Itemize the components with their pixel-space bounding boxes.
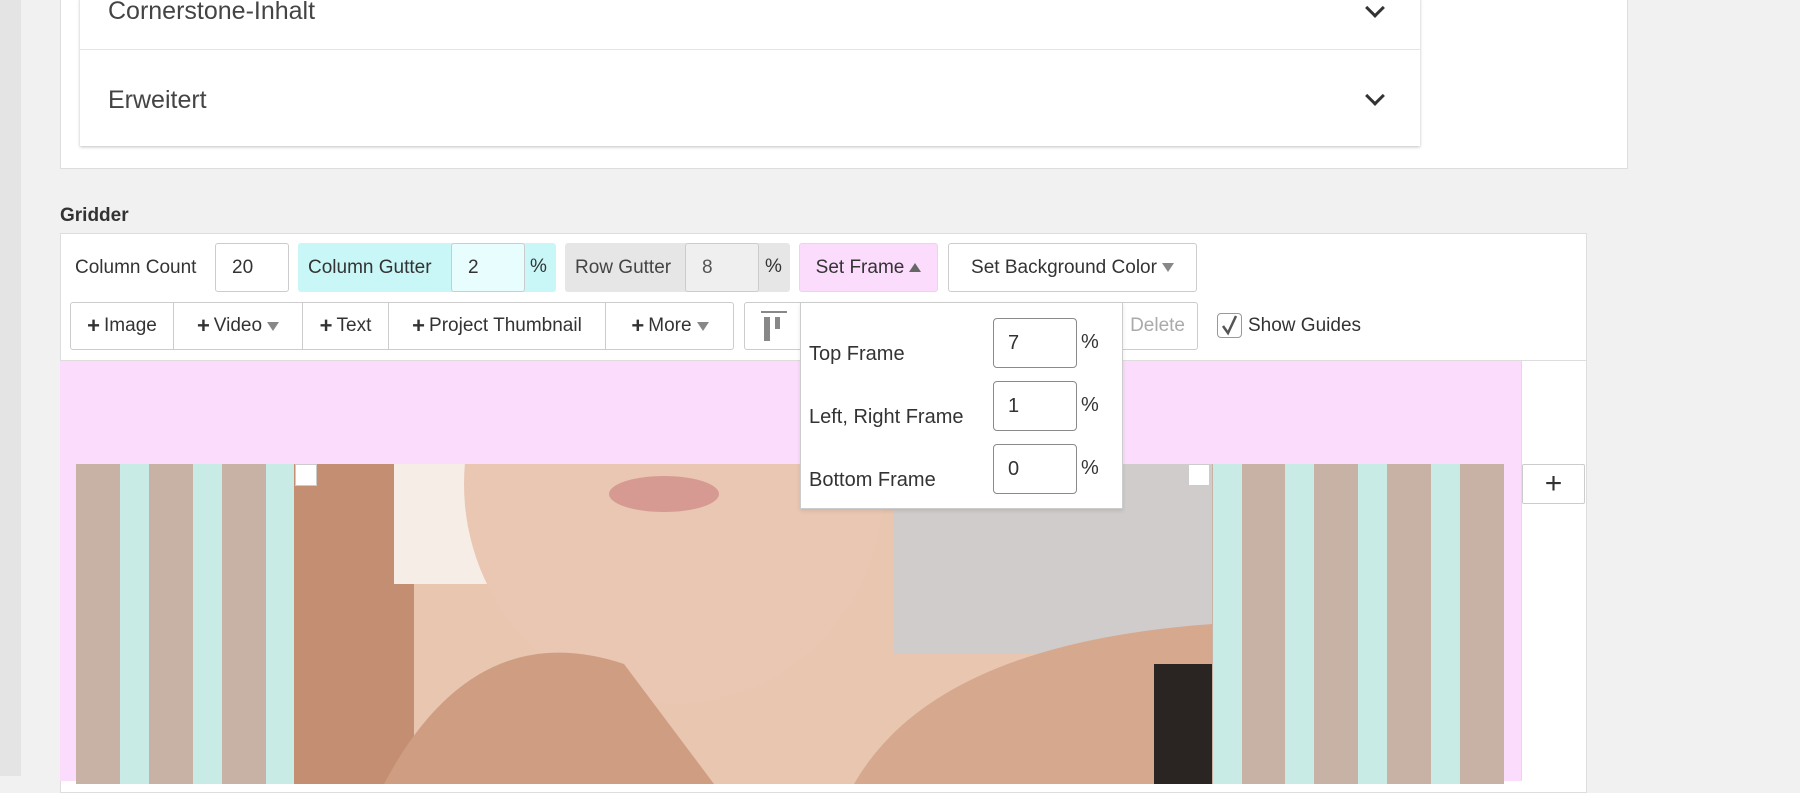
plus-icon: +	[87, 313, 101, 338]
set-background-color-button[interactable]: Set Background Color	[948, 243, 1197, 292]
caret-up-icon	[909, 263, 922, 272]
add-text-button[interactable]: + Text	[303, 303, 389, 349]
checkmark-icon	[1221, 315, 1238, 336]
plus-icon: +	[631, 313, 645, 338]
guide-column	[76, 464, 120, 784]
plus-icon: +	[412, 313, 426, 338]
resize-handle-right[interactable]	[1188, 464, 1210, 486]
plus-icon: +	[1544, 467, 1563, 500]
column-count-label: Column Count	[75, 256, 197, 278]
column-gutter-group: Column Gutter 2 %	[298, 243, 556, 292]
resize-handle-left[interactable]	[295, 464, 317, 486]
add-more-label: More	[648, 315, 692, 336]
align-top-button[interactable]	[744, 302, 804, 350]
add-video-button[interactable]: + Video	[174, 303, 303, 349]
massage-photo	[294, 464, 1212, 784]
row-gutter-unit: %	[765, 256, 782, 277]
left-right-frame-label: Left, Right Frame	[809, 406, 964, 428]
guide-column	[1314, 464, 1359, 784]
accordion-item-erweitert[interactable]: Erweitert	[80, 62, 1420, 138]
row-gutter-input[interactable]: 8	[685, 243, 759, 292]
guide-gutter	[265, 464, 295, 784]
delete-label: Delete	[1130, 315, 1185, 336]
top-frame-unit: %	[1081, 331, 1099, 353]
column-count-input[interactable]: 20	[215, 243, 289, 292]
add-text-label: Text	[336, 315, 372, 336]
guide-gutter	[1358, 464, 1388, 784]
row-controls	[1521, 361, 1586, 781]
chevron-down-icon	[1365, 86, 1385, 106]
guide-gutter	[1285, 464, 1315, 784]
accordion-label: Cornerstone-Inhalt	[108, 0, 316, 25]
row-gutter-label: Row Gutter	[575, 256, 672, 278]
guide-gutter	[192, 464, 222, 784]
caret-down-icon	[696, 321, 709, 331]
accordion-label: Erweitert	[108, 85, 207, 114]
add-more-button[interactable]: + More	[606, 303, 734, 349]
row-gutter-group: Row Gutter 8 %	[565, 243, 790, 292]
guide-gutter	[1212, 464, 1242, 784]
grid-image[interactable]	[294, 464, 1212, 784]
guide-gutter	[1431, 464, 1461, 784]
accordion-item-cornerstone[interactable]: Cornerstone-Inhalt	[80, 0, 1420, 50]
align-top-icon	[761, 311, 787, 341]
plus-icon: +	[196, 313, 210, 338]
left-right-frame-unit: %	[1081, 394, 1099, 416]
show-guides-checkbox[interactable]	[1217, 313, 1242, 338]
show-guides-label[interactable]: Show Guides	[1248, 313, 1361, 339]
add-project-thumbnail-label: Project Thumbnail	[429, 315, 582, 336]
add-image-button[interactable]: + Image	[71, 303, 174, 349]
add-row-button[interactable]: +	[1522, 464, 1585, 504]
column-gutter-label: Column Gutter	[308, 256, 432, 278]
add-project-thumbnail-button[interactable]: + Project Thumbnail	[389, 303, 606, 349]
chevron-down-icon	[1365, 0, 1385, 18]
set-background-color-label: Set Background Color	[971, 256, 1157, 278]
add-image-label: Image	[104, 315, 157, 336]
column-gutter-input[interactable]: 2	[451, 243, 525, 292]
guide-gutter	[119, 464, 149, 784]
top-frame-input[interactable]: 7	[993, 318, 1077, 368]
gridder-title: Gridder	[60, 205, 129, 226]
guide-column	[1460, 464, 1504, 784]
caret-down-icon	[267, 321, 280, 331]
guide-column	[1241, 464, 1286, 784]
accordion: Cornerstone-Inhalt Erweitert	[80, 0, 1420, 146]
admin-sidebar-edge	[0, 0, 21, 776]
bottom-frame-unit: %	[1081, 457, 1099, 479]
add-element-group: + Image + Video + Text + Project Thumbnail +…	[70, 302, 734, 350]
set-frame-button[interactable]: Set Frame	[799, 243, 938, 292]
bottom-frame-label: Bottom Frame	[809, 469, 936, 491]
bottom-frame-input[interactable]: 0	[993, 444, 1077, 494]
plus-icon: +	[319, 313, 333, 338]
guide-column	[1387, 464, 1432, 784]
guide-column	[148, 464, 193, 784]
left-right-frame-input[interactable]: 1	[993, 381, 1077, 431]
set-frame-popup: Top Frame 7 % Left, Right Frame 1 % Bott…	[800, 302, 1123, 509]
guide-column	[221, 464, 266, 784]
caret-down-icon	[1161, 263, 1174, 272]
set-frame-label: Set Frame	[815, 256, 905, 278]
top-frame-label: Top Frame	[809, 343, 905, 365]
column-gutter-unit: %	[530, 256, 547, 277]
add-video-label: Video	[213, 315, 263, 336]
